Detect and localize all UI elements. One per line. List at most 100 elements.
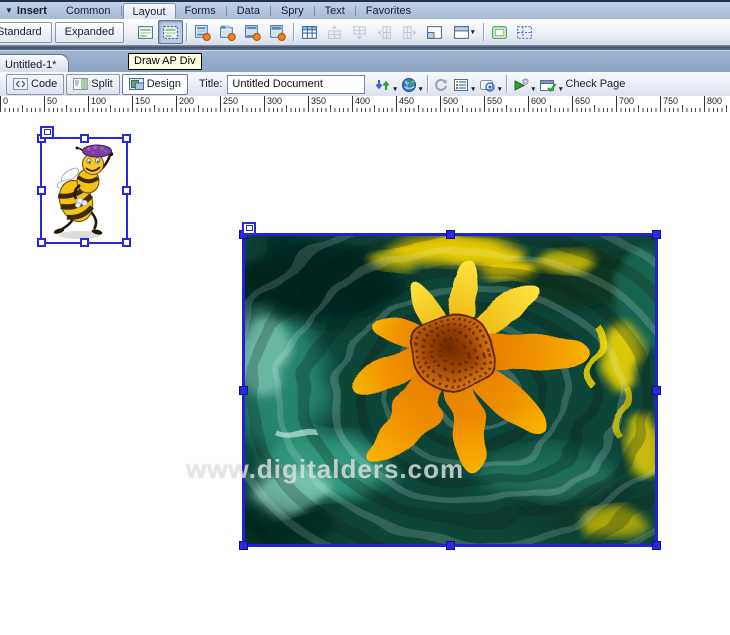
ruler-label: 350: [308, 96, 326, 111]
spry-tabbed-panels-button[interactable]: [215, 20, 240, 44]
resize-handle-sw[interactable]: [37, 238, 46, 247]
ruler-label: 700: [616, 96, 634, 111]
flower-image[interactable]: [245, 236, 655, 544]
insert-div-tag-icon: [137, 24, 154, 41]
layout-insert-toolbar: Standard Expanded: [0, 19, 730, 45]
resize-handle-w[interactable]: [37, 186, 46, 195]
check-page-icon: [539, 77, 558, 93]
dropdown-arrow-icon: ▾: [419, 86, 423, 93]
insert-tab-forms[interactable]: Forms: [176, 2, 225, 19]
resize-handle-e[interactable]: [652, 386, 661, 395]
ruler-label: 250: [220, 96, 238, 111]
resize-handle-sw[interactable]: [239, 541, 248, 550]
bee-image[interactable]: [42, 139, 126, 242]
spry-tabbed-panels-icon: [219, 24, 236, 41]
view-options-button[interactable]: ▾: [453, 75, 475, 93]
toolbar-separator: [506, 75, 507, 93]
ruler-label: 200: [176, 96, 194, 111]
ruler-label: 450: [396, 96, 414, 111]
ruler-label: 100: [88, 96, 106, 111]
standard-mode-button[interactable]: Standard: [0, 22, 52, 43]
file-management-icon: [374, 77, 392, 93]
preview-in-browser-button[interactable]: ▾: [401, 75, 423, 93]
insert-row-above-button: [322, 20, 347, 44]
frame-button[interactable]: [422, 20, 447, 44]
toolbar-separator: [427, 75, 428, 93]
resize-handle-s[interactable]: [80, 238, 89, 247]
resize-handle-w[interactable]: [239, 386, 248, 395]
ruler-label: 750: [660, 96, 678, 111]
code-icon: [13, 78, 28, 90]
resize-handle-n[interactable]: [446, 230, 455, 239]
draw-ap-div-button[interactable]: [158, 20, 183, 44]
ruler-label: 600: [528, 96, 546, 111]
ap-div-anchor-icon[interactable]: [242, 222, 256, 235]
document-tab-bar: Untitled-1*: [0, 50, 730, 73]
insert-tab-data[interactable]: Data: [228, 2, 269, 19]
insert-column-right-button: [397, 20, 422, 44]
design-icon: [129, 78, 144, 90]
resize-handle-ne[interactable]: [122, 134, 131, 143]
toolbar-separator: [483, 23, 484, 41]
dropdown-arrow-icon: ▾: [559, 86, 563, 93]
insert-column-right-icon: [401, 24, 418, 41]
resize-handle-n[interactable]: [80, 134, 89, 143]
document-tab[interactable]: Untitled-1*: [0, 54, 69, 74]
design-view-button[interactable]: Design: [122, 74, 188, 95]
resize-handle-se[interactable]: [122, 238, 131, 247]
ap-div-flower[interactable]: [242, 233, 658, 547]
resize-handle-s[interactable]: [446, 541, 455, 550]
split-view-button[interactable]: Split: [66, 74, 119, 95]
iframe-button[interactable]: [487, 20, 512, 44]
title-label: Title:: [199, 78, 222, 90]
insert-tab-spry[interactable]: Spry: [272, 2, 313, 19]
insert-div-tag-button[interactable]: [133, 20, 158, 44]
file-management-button[interactable]: ▾: [374, 75, 397, 93]
insert-tab-favorites[interactable]: Favorites: [357, 2, 420, 19]
insert-tab-text[interactable]: Text: [316, 2, 354, 19]
spry-collapsible-panel-button[interactable]: [265, 20, 290, 44]
refresh-design-view-button[interactable]: [433, 75, 449, 93]
frames-icon: [453, 24, 470, 41]
ruler-label: 300: [264, 96, 282, 111]
design-view-label: Design: [147, 78, 181, 90]
insert-panel-title[interactable]: ▼ Insert: [0, 2, 57, 19]
spry-accordion-button[interactable]: [240, 20, 265, 44]
validate-markup-icon: [512, 77, 530, 93]
spry-menu-bar-button[interactable]: [190, 20, 215, 44]
document-toolbar: Code Split Design Title: ▾ ▾: [0, 72, 730, 97]
toolbar-separator: [186, 23, 187, 41]
frames-dropdown-button[interactable]: ▾: [447, 20, 480, 44]
insert-panel-header: ▼ Insert Common Layout Forms Data Spry T…: [0, 2, 730, 20]
dropdown-arrow-icon: ▾: [471, 86, 475, 93]
insert-column-left-button: [372, 20, 397, 44]
check-page-button[interactable]: ▾: [539, 75, 563, 93]
check-page-label[interactable]: Check Page: [565, 78, 625, 90]
resize-handle-e[interactable]: [122, 186, 131, 195]
resize-handle-se[interactable]: [652, 541, 661, 550]
insert-tab-common[interactable]: Common: [57, 2, 120, 19]
tab-separator: [355, 6, 356, 16]
ruler-label: 500: [440, 96, 458, 111]
spry-menu-bar-icon: [194, 24, 211, 41]
ap-div-bee[interactable]: [40, 137, 128, 244]
split-icon: [73, 78, 88, 90]
refresh-icon: [433, 77, 449, 93]
view-options-icon: [453, 77, 470, 93]
code-view-button[interactable]: Code: [6, 74, 64, 95]
frameset-button[interactable]: [512, 20, 537, 44]
frame-icon: [426, 24, 443, 41]
dropdown-arrow-icon: ▾: [471, 29, 475, 36]
ap-div-anchor-icon[interactable]: [40, 126, 54, 139]
expanded-mode-button[interactable]: Expanded: [55, 22, 125, 43]
dropdown-arrow-icon: ▾: [531, 86, 535, 93]
validate-markup-button[interactable]: ▾: [512, 75, 535, 93]
insert-panel-label: Insert: [17, 5, 47, 17]
visual-aids-button[interactable]: ▾: [479, 75, 502, 93]
insert-table-button[interactable]: [297, 20, 322, 44]
tab-separator: [270, 6, 271, 16]
resize-handle-ne[interactable]: [652, 230, 661, 239]
title-input[interactable]: [227, 75, 365, 94]
design-canvas[interactable]: www.digitalders.com: [0, 112, 730, 635]
insert-tab-layout[interactable]: Layout: [123, 3, 176, 19]
